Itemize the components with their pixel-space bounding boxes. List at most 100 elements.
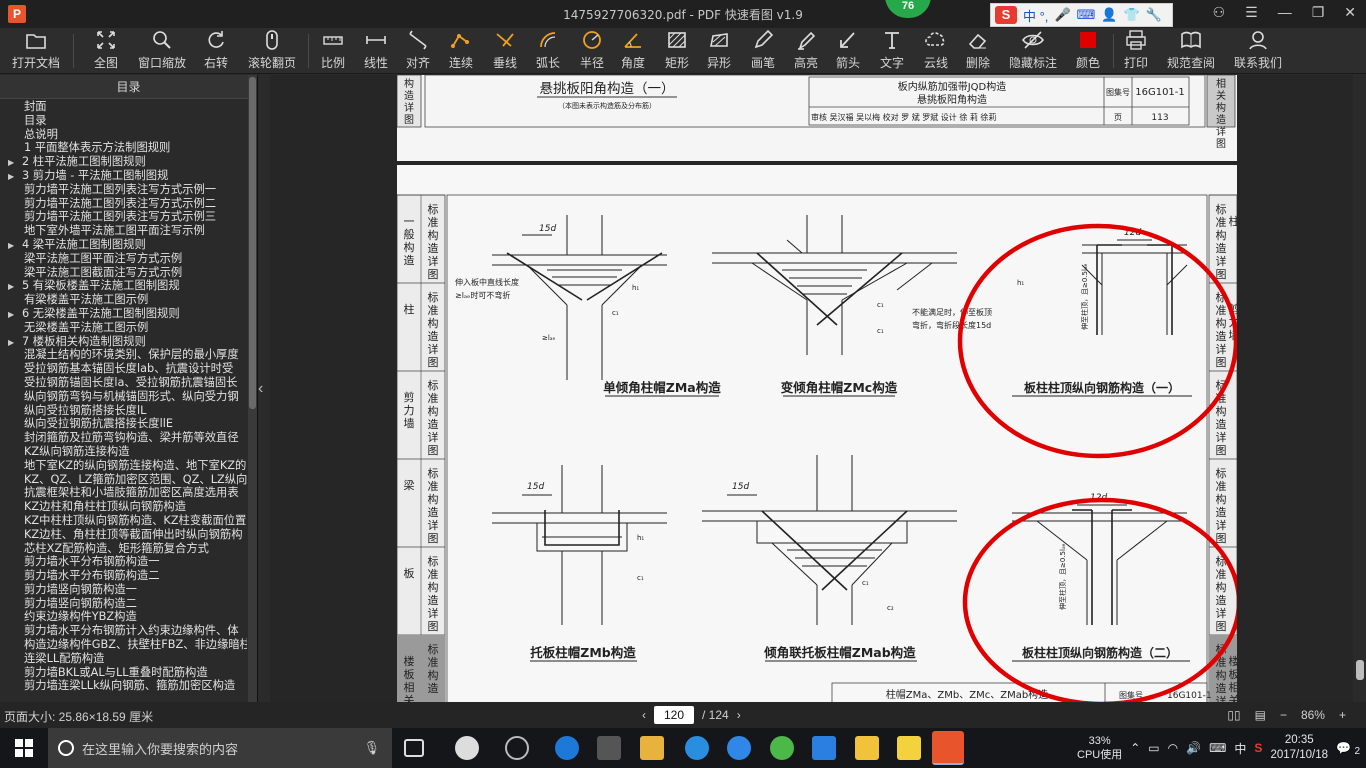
file-explorer-icon[interactable]: [640, 736, 664, 760]
text-button[interactable]: 文字: [872, 28, 912, 74]
perpendicular-button[interactable]: 垂线: [485, 28, 525, 74]
help-app-icon[interactable]: [897, 736, 921, 760]
volume-icon[interactable]: 🔊: [1186, 741, 1201, 755]
ime-indicator[interactable]: 中: [1234, 740, 1246, 757]
maximize-button[interactable]: ❐: [1312, 4, 1325, 21]
fit-page-button[interactable]: 全图: [86, 28, 126, 74]
toc-item[interactable]: 剪力墙平法施工图列表注写方式示例三: [0, 210, 247, 224]
toc-item[interactable]: 受拉钢筋基本锚固长度lab、抗震设计时受: [0, 362, 247, 376]
toc-item[interactable]: 封闭箍筋及拉筋弯钩构造、梁并筋等效直径: [0, 431, 247, 445]
prev-page-icon[interactable]: ‹: [642, 708, 646, 722]
toc-item[interactable]: 无梁楼盖平法施工图示例: [0, 321, 247, 335]
expand-arrow-icon[interactable]: ▶: [8, 308, 22, 321]
continuous-measure-button[interactable]: 连续: [441, 28, 481, 74]
sogou-tray-icon[interactable]: S: [1254, 741, 1262, 755]
toc-item[interactable]: KZ边柱、角柱柱顶等截面伸出时纵向钢筋构: [0, 528, 247, 542]
toc-item[interactable]: 抗震框架柱和小墙肢箍筋加密区高度选用表: [0, 486, 247, 500]
store-icon[interactable]: [597, 736, 621, 760]
ie-browser-icon[interactable]: [685, 736, 709, 760]
toc-item[interactable]: ▶ 4 梁平法施工图制图规则: [0, 238, 247, 252]
align-measure-button[interactable]: 对齐: [398, 28, 438, 74]
zoom-in-icon[interactable]: +: [1339, 708, 1346, 722]
account-icon[interactable]: ⚇: [1213, 4, 1226, 21]
tray-expand-icon[interactable]: ⌃: [1130, 741, 1140, 755]
toc-item[interactable]: 纵向受拉钢筋搭接长度lL: [0, 404, 247, 418]
toc-item[interactable]: 总说明: [0, 128, 247, 142]
360-browser-icon[interactable]: [770, 736, 794, 760]
network-icon[interactable]: ◠: [1168, 741, 1178, 755]
toc-item[interactable]: KZ边柱和角柱柱顶纵向钢筋构造: [0, 500, 247, 514]
toc-item[interactable]: 地下室外墙平法施工图平面注写示例: [0, 224, 247, 238]
cross-app-icon[interactable]: [812, 736, 836, 760]
mouse-wheel-button[interactable]: 滚轮翻页: [244, 28, 300, 74]
close-button[interactable]: ✕: [1344, 4, 1356, 21]
cpu-monitor[interactable]: 33% CPU使用: [1077, 734, 1122, 762]
toc-item[interactable]: KZ中柱柱顶纵向钢筋构造、KZ柱变截面位置: [0, 514, 247, 528]
linear-measure-button[interactable]: 线性: [356, 28, 396, 74]
toc-item[interactable]: ▶ 7 楼板相关构造制图规则: [0, 335, 247, 349]
user-icon[interactable]: 👤: [1101, 7, 1117, 23]
page-number-input[interactable]: 120: [654, 706, 694, 724]
toc-item[interactable]: 目录: [0, 114, 247, 128]
rectangle-area-button[interactable]: 矩形: [657, 28, 697, 74]
arrow-button[interactable]: 箭头: [828, 28, 868, 74]
battery-icon[interactable]: ▭: [1148, 741, 1159, 755]
toc-item[interactable]: KZ纵向钢筋连接构造: [0, 445, 247, 459]
toc-item[interactable]: 构造边缘构件GBZ、扶壁柱FBZ、非边缘暗柱: [0, 638, 247, 652]
toc-item[interactable]: 梁平法施工图平面注写方式示例: [0, 252, 247, 266]
radius-button[interactable]: 半径: [572, 28, 612, 74]
toc-item[interactable]: ▶ 6 无梁楼盖平法施工图制图规则: [0, 307, 247, 321]
toc-item[interactable]: 剪力墙平法施工图列表注写方式示例二: [0, 197, 247, 211]
pen-button[interactable]: 画笔: [743, 28, 783, 74]
keyboard-icon[interactable]: ⌨: [1077, 7, 1096, 23]
toc-item[interactable]: 芯柱XZ配筋构造、矩形箍筋复合方式: [0, 542, 247, 556]
touch-keyboard-icon[interactable]: ⌨: [1209, 741, 1226, 755]
scale-button[interactable]: 比例: [313, 28, 353, 74]
toc-item[interactable]: 受拉钢筋锚固长度la、受拉钢筋抗震锚固长: [0, 376, 247, 390]
toc-item[interactable]: 梁平法施工图截面注写方式示例: [0, 266, 247, 280]
cloud-line-button[interactable]: 云线: [916, 28, 956, 74]
ime-mode-label[interactable]: 中 °,: [1023, 6, 1048, 25]
expand-arrow-icon[interactable]: ▶: [8, 280, 22, 293]
minimize-button[interactable]: —: [1278, 4, 1292, 21]
zoom-out-icon[interactable]: −: [1280, 708, 1287, 722]
sogou-browser-icon[interactable]: [727, 736, 751, 760]
continuous-view-icon[interactable]: ▤: [1255, 708, 1266, 722]
toc-item[interactable]: ▶ 3 剪力墙 - 平法施工图制图规: [0, 169, 247, 183]
expand-arrow-icon[interactable]: ▶: [8, 156, 22, 169]
toc-item[interactable]: 剪力墙BKL或AL与LL重叠时配筋构造: [0, 666, 247, 680]
toc-scrollbar[interactable]: [248, 75, 257, 702]
start-button[interactable]: [0, 728, 48, 768]
spiral-app-icon[interactable]: [505, 736, 529, 760]
expand-arrow-icon[interactable]: ▶: [8, 336, 22, 349]
action-center-icon[interactable]: 💬 2: [1336, 741, 1360, 757]
collapse-sidebar-icon[interactable]: ‹: [258, 380, 263, 398]
tools-icon[interactable]: 🔧: [1146, 7, 1162, 23]
color-swatch-button[interactable]: 颜色: [1068, 28, 1108, 74]
pdf-viewer-task-icon[interactable]: [932, 731, 964, 765]
highlighter-button[interactable]: 高亮: [786, 28, 826, 74]
pinwheel-app-icon[interactable]: [455, 736, 479, 760]
eraser-button[interactable]: 删除: [958, 28, 998, 74]
toc-item[interactable]: 剪力墙平法施工图列表注写方式示例一: [0, 183, 247, 197]
folder-button[interactable]: 打开文档: [8, 28, 64, 74]
notes-app-icon[interactable]: [855, 736, 879, 760]
toc-item[interactable]: 剪力墙水平分布钢筋计入约束边缘构件、体: [0, 624, 247, 638]
toc-item[interactable]: 连梁LL配筋构造: [0, 652, 247, 666]
expand-arrow-icon[interactable]: ▶: [8, 170, 22, 183]
hide-annotations-button[interactable]: 隐藏标注: [1005, 28, 1061, 74]
edge-browser-icon[interactable]: [555, 736, 579, 760]
toc-item[interactable]: 剪力墙竖向钢筋构造二: [0, 597, 247, 611]
toc-item[interactable]: 有梁楼盖平法施工图示例: [0, 293, 247, 307]
zoom-button[interactable]: 窗口缩放: [134, 28, 190, 74]
taskbar-search[interactable]: 在这里输入你要搜索的内容 🎙: [48, 728, 392, 768]
microphone-icon[interactable]: 🎤: [1054, 7, 1070, 23]
printer-button[interactable]: 打印: [1116, 28, 1156, 74]
toc-item[interactable]: 剪力墙水平分布钢筋构造二: [0, 569, 247, 583]
clock[interactable]: 20:35 2017/10/18: [1270, 733, 1328, 763]
expand-arrow-icon[interactable]: ▶: [8, 239, 22, 252]
skin-icon[interactable]: 👕: [1124, 7, 1140, 23]
viewer-scrollbar[interactable]: [1353, 75, 1366, 702]
microphone-icon[interactable]: 🎙: [363, 740, 380, 756]
angle-button[interactable]: 角度: [613, 28, 653, 74]
